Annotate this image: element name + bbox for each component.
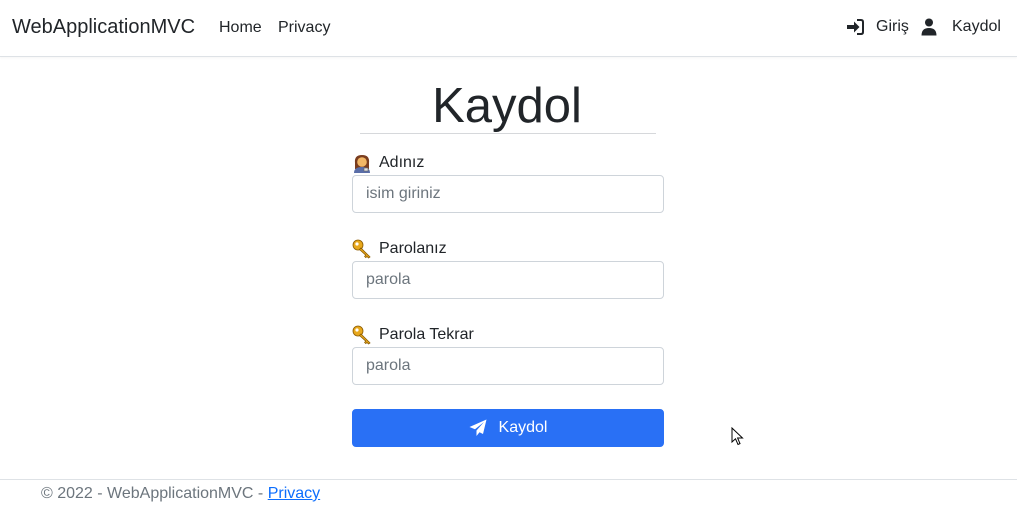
register-submit-button[interactable]: Kaydol bbox=[352, 409, 664, 447]
login-link[interactable]: Giriş bbox=[846, 18, 909, 36]
key-emoji-icon bbox=[352, 325, 372, 345]
submit-label: Kaydol bbox=[498, 419, 548, 436]
login-label: Giriş bbox=[876, 18, 909, 35]
register-link[interactable]: Kaydol bbox=[921, 18, 1001, 36]
sign-in-icon bbox=[846, 18, 864, 36]
navbar: WebApplicationMVC Home Privacy Giriş Kay… bbox=[0, 0, 1017, 57]
title-divider bbox=[360, 133, 656, 134]
page-title: Kaydol bbox=[432, 79, 582, 133]
password-confirm-label-text: Parola Tekrar bbox=[379, 326, 474, 343]
brand-link[interactable]: WebApplicationMVC bbox=[12, 16, 195, 39]
footer: © 2022 - WebApplicationMVC - Privacy bbox=[0, 479, 1017, 513]
paper-plane-icon bbox=[469, 419, 487, 437]
name-label-text: Adınız bbox=[379, 154, 425, 171]
nav-link-home[interactable]: Home bbox=[219, 19, 262, 37]
footer-text: © 2022 - WebApplicationMVC - Privacy bbox=[41, 485, 320, 503]
password-confirm-input[interactable] bbox=[352, 347, 664, 385]
name-input[interactable] bbox=[352, 175, 664, 213]
password-field-label: Parolanız bbox=[352, 239, 447, 259]
footer-copyright: © 2022 - WebApplicationMVC - bbox=[41, 485, 268, 502]
nav-link-privacy[interactable]: Privacy bbox=[278, 19, 330, 37]
footer-privacy-link[interactable]: Privacy bbox=[268, 485, 320, 502]
password-label-text: Parolanız bbox=[379, 240, 447, 257]
mouse-cursor-icon bbox=[731, 427, 744, 446]
name-field-label: Adınız bbox=[352, 153, 424, 173]
password-input[interactable] bbox=[352, 261, 664, 299]
user-icon bbox=[921, 18, 937, 36]
register-label: Kaydol bbox=[952, 18, 1001, 35]
password-confirm-field-label: Parola Tekrar bbox=[352, 325, 474, 345]
person-emoji-icon bbox=[352, 153, 372, 173]
key-emoji-icon bbox=[352, 239, 372, 259]
